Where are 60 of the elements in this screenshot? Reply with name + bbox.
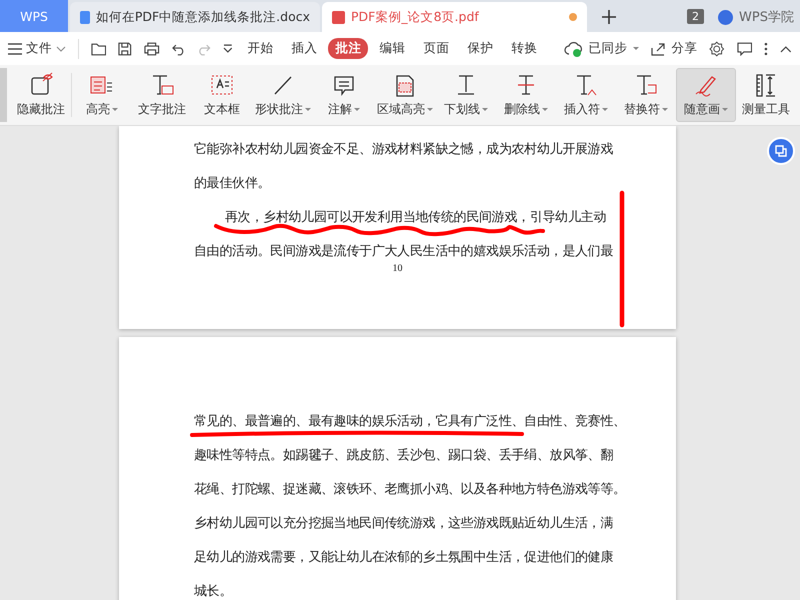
page-number: 10 (392, 263, 404, 274)
sync-button[interactable]: 已同步 (564, 40, 640, 57)
ribbon-tab[interactable]: 页面 (416, 38, 456, 59)
ribbon-button[interactable]: 文本框 (192, 68, 252, 122)
logo-icon (718, 10, 734, 24)
document-icon (80, 10, 90, 24)
more-icon[interactable] (222, 44, 232, 54)
document-tab[interactable]: PDF案例_论文8页.pdf (322, 2, 587, 32)
tab-label: 如何在PDF中随意添加线条批注.docx (96, 8, 310, 26)
text-line: 足幼儿的游戏需要，又能让幼儿在浓郁的乡土氛围中生活，促进他们的健康 (194, 549, 614, 565)
ribbon-tab[interactable]: 开始 (240, 38, 280, 59)
text-line: 自由的活动。民间游戏是流传于广大人民生活中的嬉戏娱乐活动，是人们最 (194, 243, 614, 259)
academy-tab[interactable]: WPS学院 (718, 2, 800, 32)
window-count-badge[interactable]: 2 (687, 9, 704, 24)
cloud-icon (564, 40, 584, 56)
ribbon-button[interactable]: 注解 (314, 68, 374, 122)
settings-icon[interactable] (709, 40, 725, 56)
comment-icon[interactable] (736, 42, 752, 56)
text-line: 乡村幼儿园可以充分挖掘当地民间传统游戏，这些游戏既贴近幼儿生活，满 (194, 515, 614, 531)
document-tab[interactable]: 如何在PDF中随意添加线条批注.docx (70, 2, 320, 32)
ribbon-tab[interactable]: 保护 (460, 38, 500, 59)
ribbon-button[interactable]: 高亮 (72, 68, 132, 122)
ribbon-tab[interactable]: 转换 (504, 38, 544, 59)
plus-icon (602, 10, 616, 24)
menu-icon (8, 42, 22, 54)
ribbon-button[interactable]: 插入符 (556, 68, 616, 122)
convert-button[interactable] (767, 137, 795, 165)
ribbon-button[interactable]: 文字批注 (132, 68, 192, 122)
text-line: 再次，乡村幼儿园可以开发利用当地传统的民间游戏，引导幼儿主动 (224, 209, 606, 225)
chevron-down-icon (56, 46, 66, 52)
ribbon-button[interactable]: 替换符 (616, 68, 676, 122)
ribbon-button[interactable]: 删除线 (496, 68, 556, 122)
ribbon-tab[interactable]: 批注 (328, 38, 368, 59)
text-line: 它能弥补农村幼儿园资金不足、游戏材料紧缺之憾，成为农村幼儿开展游戏 (194, 141, 614, 157)
share-button[interactable]: 分享 (651, 40, 698, 57)
ribbon-button[interactable]: 测量工具 (736, 68, 796, 122)
ribbon-tab[interactable]: 插入 (284, 38, 324, 59)
pdf-icon (332, 10, 345, 24)
more-icon[interactable] (764, 42, 768, 56)
tab-label: PDF案例_论文8页.pdf (351, 8, 480, 26)
collapse-icon[interactable] (780, 44, 792, 52)
print-icon[interactable] (144, 42, 160, 56)
text-line: 花绳、打陀螺、捉迷藏、滚铁环、老鹰抓小鸡、以及各种地方特色游戏等等。 (194, 481, 626, 497)
text-line: 的最佳伙伴。 (194, 175, 270, 191)
squares-icon (774, 144, 788, 158)
share-icon (651, 42, 668, 56)
ribbon-button[interactable]: 下划线 (436, 68, 496, 122)
tab-label: WPS (20, 8, 48, 24)
ribbon-button[interactable]: 隐藏批注 (11, 68, 71, 122)
text-line: 趣味性等特点。如踢毽子、跳皮筋、丢沙包、踢口袋、丢手绢、放风筝、翻 (194, 447, 614, 463)
ribbon-button[interactable]: 区域高亮 (374, 68, 436, 122)
save-icon[interactable] (118, 42, 132, 56)
file-menu[interactable]: 文件 (8, 40, 66, 57)
ribbon-button[interactable]: 形状批注 (252, 68, 314, 122)
ribbon-button[interactable]: 随意画 (676, 68, 736, 122)
ribbon-tab[interactable]: 编辑 (372, 38, 412, 59)
folder-icon[interactable] (90, 42, 106, 56)
panel-handle[interactable] (0, 68, 7, 122)
text-line: 常见的、最普遍的、最有趣味的娱乐活动，它具有广泛性、自由性、竞赛性、 (194, 413, 626, 429)
text-line: 城长。 (194, 583, 232, 599)
